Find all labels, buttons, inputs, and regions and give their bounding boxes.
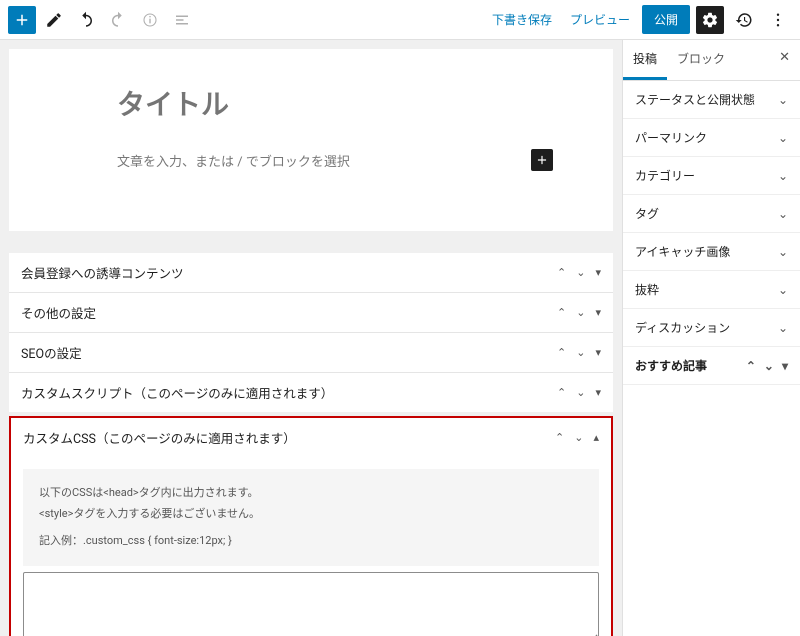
chevron-down-icon: ⌄ (778, 321, 788, 335)
chevron-down-icon: ⌄ (778, 207, 788, 221)
panel-label: パーマリンク (635, 129, 707, 146)
chevron-down-icon[interactable]: ⌄ (574, 431, 583, 444)
panel-label: おすすめ記事 (635, 357, 707, 374)
chevron-down-icon[interactable]: ⌄ (764, 359, 774, 373)
caret-toggle-icon[interactable]: ▾ (595, 346, 601, 359)
panel-label: ステータスと公開状態 (635, 91, 755, 108)
chevron-up-icon[interactable]: ⌃ (557, 266, 566, 279)
panel-tags[interactable]: タグ ⌄ (623, 195, 800, 233)
panel-label: カテゴリー (635, 167, 695, 184)
accordion-label: 会員登録への誘導コンテンツ (21, 263, 184, 282)
caret-toggle-icon[interactable]: ▴ (593, 431, 599, 444)
tab-post[interactable]: 投稿 (623, 40, 667, 80)
caret-toggle-icon[interactable]: ▾ (595, 266, 601, 279)
caret-toggle-icon[interactable]: ▾ (595, 386, 601, 399)
custom-css-body: 以下のCSSは<head>タグ内に出力されます。 <style>タグを入力する必… (11, 457, 611, 636)
panel-featured-posts[interactable]: おすすめ記事 ⌃ ⌄ ▾ (623, 347, 800, 385)
panel-label: ディスカッション (635, 319, 730, 336)
chevron-up-icon[interactable]: ⌃ (746, 359, 756, 373)
chevron-down-icon[interactable]: ⌄ (576, 386, 585, 399)
panel-excerpt[interactable]: 抜粋 ⌄ (623, 271, 800, 309)
gear-icon (701, 11, 719, 29)
chevron-down-icon[interactable]: ⌄ (576, 306, 585, 319)
preview-button[interactable]: プレビュー (564, 7, 636, 32)
editor-canvas: 文章を入力、または / でブロックを選択 会員登録への誘導コンテンツ ⌃ ⌄ ▾ (0, 40, 622, 636)
caret-toggle-icon[interactable]: ▾ (782, 359, 788, 373)
custom-css-title: カスタムCSS（このページのみに適用されます） (23, 428, 296, 447)
panel-permalink[interactable]: パーマリンク ⌄ (623, 119, 800, 157)
chevron-down-icon: ⌄ (778, 93, 788, 107)
panel-label: タグ (635, 205, 659, 222)
revisions-button[interactable] (730, 6, 758, 34)
panel-categories[interactable]: カテゴリー ⌄ (623, 157, 800, 195)
panel-label: アイキャッチ画像 (635, 243, 730, 260)
undo-icon (77, 11, 95, 29)
close-icon: ✕ (779, 50, 790, 65)
settings-button[interactable] (696, 6, 724, 34)
chevron-down-icon[interactable]: ⌄ (576, 346, 585, 359)
help-line: 以下のCSSは<head>タグ内に出力されます。 (39, 483, 583, 504)
chevron-down-icon: ⌄ (778, 283, 788, 297)
accordion-label: その他の設定 (21, 303, 96, 322)
chevron-up-icon[interactable]: ⌃ (557, 306, 566, 319)
redo-button[interactable] (104, 6, 132, 34)
pencil-icon (45, 11, 63, 29)
caret-toggle-icon[interactable]: ▾ (595, 306, 601, 319)
top-toolbar: 下書き保存 プレビュー 公開 (0, 0, 800, 40)
accordion-label: カスタムスクリプト（このページのみに適用されます） (21, 383, 333, 402)
toolbar-left (8, 6, 196, 34)
plus-icon (535, 153, 549, 167)
history-icon (735, 11, 753, 29)
panel-status[interactable]: ステータスと公開状態 ⌄ (623, 81, 800, 119)
chevron-up-icon[interactable]: ⌃ (555, 431, 564, 444)
block-placeholder-text: 文章を入力、または / でブロックを選択 (117, 151, 350, 170)
more-options-button[interactable] (764, 6, 792, 34)
info-icon (142, 12, 158, 28)
settings-sidebar: 投稿 ブロック ✕ ステータスと公開状態 ⌄ パーマリンク ⌄ カテゴリー ⌄ … (622, 40, 800, 636)
accordion-item-seo[interactable]: SEOの設定 ⌃ ⌄ ▾ (9, 332, 613, 372)
plus-icon (13, 11, 31, 29)
accordion-label: SEOの設定 (21, 343, 82, 362)
list-icon (173, 11, 191, 29)
tab-block[interactable]: ブロック (667, 40, 735, 80)
outline-button[interactable] (168, 6, 196, 34)
accordion-item-other[interactable]: その他の設定 ⌃ ⌄ ▾ (9, 292, 613, 332)
close-sidebar-button[interactable]: ✕ (769, 40, 800, 80)
editor-card: 文章を入力、または / でブロックを選択 (9, 49, 613, 231)
help-line: 記入例：.custom_css { font-size:12px; } (39, 531, 583, 552)
accordion-item-member[interactable]: 会員登録への誘導コンテンツ ⌃ ⌄ ▾ (9, 253, 613, 292)
custom-css-help: 以下のCSSは<head>タグ内に出力されます。 <style>タグを入力する必… (23, 469, 599, 566)
panel-discussion[interactable]: ディスカッション ⌄ (623, 309, 800, 347)
toolbar-right: 下書き保存 プレビュー 公開 (486, 5, 792, 34)
chevron-down-icon: ⌄ (778, 169, 788, 183)
block-placeholder-row[interactable]: 文章を入力、または / でブロックを選択 (117, 149, 553, 171)
accordion-item-script[interactable]: カスタムスクリプト（このページのみに適用されます） ⌃ ⌄ ▾ (9, 372, 613, 412)
edit-mode-button[interactable] (40, 6, 68, 34)
publish-button[interactable]: 公開 (642, 5, 690, 34)
save-draft-button[interactable]: 下書き保存 (486, 7, 558, 32)
panel-label: 抜粋 (635, 281, 659, 298)
more-vertical-icon (769, 11, 787, 29)
meta-accordion: 会員登録への誘導コンテンツ ⌃ ⌄ ▾ その他の設定 ⌃ ⌄ ▾ (9, 253, 613, 412)
chevron-up-icon[interactable]: ⌃ (557, 346, 566, 359)
info-button[interactable] (136, 6, 164, 34)
custom-css-section: カスタムCSS（このページのみに適用されます） ⌃ ⌄ ▴ 以下のCSSは<he… (9, 416, 613, 636)
chevron-down-icon: ⌄ (778, 245, 788, 259)
undo-button[interactable] (72, 6, 100, 34)
chevron-up-icon[interactable]: ⌃ (557, 386, 566, 399)
post-title-input[interactable] (117, 89, 601, 121)
help-line: <style>タグを入力する必要はございません。 (39, 504, 583, 525)
insert-block-button[interactable] (531, 149, 553, 171)
panel-featured-image[interactable]: アイキャッチ画像 ⌄ (623, 233, 800, 271)
add-block-toggle[interactable] (8, 6, 36, 34)
chevron-down-icon: ⌄ (778, 131, 788, 145)
chevron-down-icon[interactable]: ⌄ (576, 266, 585, 279)
sidebar-tabs: 投稿 ブロック ✕ (623, 40, 800, 81)
custom-css-textarea[interactable] (23, 572, 599, 636)
custom-css-header[interactable]: カスタムCSS（このページのみに適用されます） ⌃ ⌄ ▴ (11, 418, 611, 457)
redo-icon (109, 11, 127, 29)
